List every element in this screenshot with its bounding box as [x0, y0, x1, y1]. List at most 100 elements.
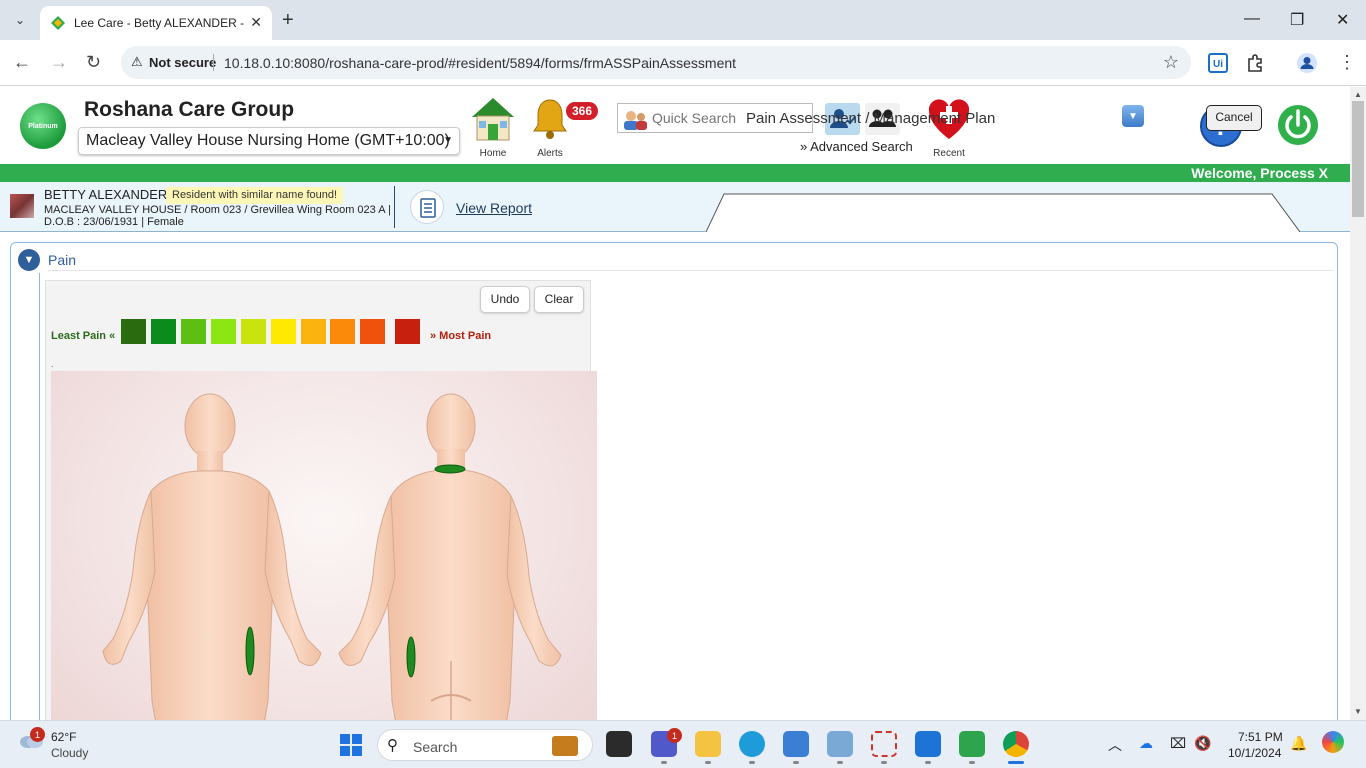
- windows-start-icon[interactable]: [340, 734, 362, 756]
- report-document-icon[interactable]: [410, 190, 444, 224]
- perfmon-running-indicator: [837, 761, 843, 764]
- edge-browser-icon[interactable]: [739, 731, 765, 757]
- copilot-icon[interactable]: [1322, 731, 1344, 753]
- notification-bell-icon[interactable]: 🔔: [1290, 735, 1307, 752]
- url-text[interactable]: 10.18.0.10:8080/roshana-care-prod/#resid…: [224, 55, 736, 71]
- lee-care-favicon-icon: [51, 16, 65, 30]
- people-search-icon: [624, 111, 647, 130]
- cancel-button[interactable]: Cancel: [1206, 105, 1262, 131]
- security-status[interactable]: Not secure: [149, 55, 216, 70]
- recent-button[interactable]: Recent: [924, 95, 974, 161]
- pain-scale-swatch-2[interactable]: [151, 319, 176, 344]
- resident-details: MACLEAY VALLEY HOUSE / Room 023 / Grevil…: [44, 204, 391, 228]
- uipath-extension-icon[interactable]: Ui: [1207, 52, 1229, 74]
- pain-scale-swatch-8[interactable]: [330, 319, 355, 344]
- form-tab-shape: [706, 193, 1300, 232]
- pain-scale-swatch-9[interactable]: [360, 319, 385, 344]
- least-pain-label: Least Pain «: [51, 330, 116, 342]
- resident-banner: BETTY ALEXANDER Resident with similar na…: [0, 182, 1350, 232]
- body-map-figures: [102, 393, 562, 720]
- facility-select[interactable]: Macleay Valley House Nursing Home (GMT+1…: [78, 127, 460, 155]
- browser-tab-bar: ⌄ Lee Care - Betty ALEXANDER - P ✕ + — ❐…: [0, 0, 1366, 40]
- new-tab-plus-icon[interactable]: +: [282, 9, 294, 32]
- forward-arrow-icon[interactable]: →: [50, 52, 68, 73]
- banner-divider: [394, 186, 395, 228]
- pain-scale-swatch-1[interactable]: [121, 319, 146, 344]
- scroll-down-arrow-icon[interactable]: ▼: [1354, 707, 1362, 716]
- browser-tab-active[interactable]: Lee Care - Betty ALEXANDER - P ✕: [40, 6, 272, 40]
- taskbar-search-label: Search: [413, 739, 458, 755]
- platinum-logo[interactable]: Platinum: [20, 103, 66, 149]
- body-map-canvas[interactable]: [51, 371, 597, 720]
- resident-name[interactable]: BETTY ALEXANDER: [44, 187, 167, 202]
- pain-scale-swatch-10[interactable]: [395, 319, 420, 344]
- explorer-running-indicator: [705, 761, 711, 764]
- snipping-tool-icon[interactable]: [871, 731, 897, 757]
- front-body-figure: [102, 393, 322, 720]
- bookmark-star-icon[interactable]: ☆: [1163, 52, 1179, 73]
- advanced-search-link[interactable]: » Advanced Search: [800, 139, 913, 154]
- weather-notification-badge: 1: [30, 727, 45, 742]
- window-close-icon[interactable]: ✕: [1336, 10, 1349, 30]
- clock-date[interactable]: 10/1/2024: [1228, 746, 1281, 760]
- media-running-indicator: [969, 761, 975, 764]
- tab-close-icon[interactable]: ✕: [250, 14, 262, 31]
- weather-temperature[interactable]: 62°F: [51, 730, 76, 744]
- collapse-chevron-icon[interactable]: ▼: [18, 249, 40, 271]
- pain-scale-swatch-4[interactable]: [211, 319, 236, 344]
- form-select-chevron-icon[interactable]: ▼: [1122, 105, 1144, 127]
- pain-scale-swatch-7[interactable]: [301, 319, 326, 344]
- onedrive-cloud-icon[interactable]: ☁: [1139, 735, 1153, 752]
- panel-dot: .: [51, 359, 54, 369]
- pain-chart-panel: Undo Clear Least Pain « » Most Pain .: [45, 280, 597, 720]
- omnibox-separator: [213, 54, 214, 71]
- taskbar-search[interactable]: ⚲ Search: [377, 729, 593, 761]
- resident-photo[interactable]: [10, 194, 34, 218]
- tray-overflow-chevron-icon[interactable]: ︿: [1108, 735, 1122, 755]
- address-bar[interactable]: ⚠ Not secure 10.18.0.10:8080/roshana-car…: [121, 46, 1191, 79]
- profile-avatar-icon[interactable]: [1296, 52, 1318, 74]
- logout-power-icon[interactable]: [1276, 103, 1320, 147]
- pain-scale-swatch-3[interactable]: [181, 319, 206, 344]
- minimize-icon[interactable]: —: [1244, 10, 1260, 28]
- section-indent-line: [39, 273, 40, 720]
- notepad-icon[interactable]: [783, 731, 809, 757]
- pain-scale-swatch-6[interactable]: [271, 319, 296, 344]
- clear-button[interactable]: Clear: [534, 286, 584, 313]
- home-button[interactable]: Home: [468, 95, 518, 161]
- clock-time[interactable]: 7:51 PM: [1238, 730, 1283, 744]
- network-icon[interactable]: ⌧: [1170, 735, 1186, 752]
- back-hip-marked-area[interactable]: [406, 636, 416, 678]
- browser-toolbar: ← → ↻ ⚠ Not secure 10.18.0.10:8080/rosha…: [0, 40, 1366, 86]
- alerts-count-badge[interactable]: 366: [564, 100, 600, 122]
- view-report-link[interactable]: View Report: [456, 200, 532, 216]
- windows-taskbar: 1 62°F Cloudy ⚲ Search 1 ︿ ☁ ⌧ 🔇 7:51 PM…: [0, 720, 1366, 768]
- extensions-puzzle-icon[interactable]: [1244, 52, 1266, 74]
- task-view-icon[interactable]: [606, 731, 632, 757]
- app-s-icon[interactable]: [915, 731, 941, 757]
- media-player-icon[interactable]: [959, 731, 985, 757]
- back-arrow-icon[interactable]: ←: [13, 52, 31, 73]
- section-title: Pain: [48, 252, 77, 268]
- pain-scale-swatch-5[interactable]: [241, 319, 266, 344]
- weather-description[interactable]: Cloudy: [51, 746, 88, 760]
- page-scrollbar[interactable]: ▲ ▼: [1350, 87, 1366, 720]
- front-marked-area[interactable]: [245, 626, 255, 676]
- browser-menu-kebab-icon[interactable]: ⋮: [1338, 52, 1356, 73]
- reload-icon[interactable]: ↻: [86, 52, 101, 73]
- snipping-running-indicator: [881, 761, 887, 764]
- scroll-thumb[interactable]: [1352, 101, 1364, 217]
- tab-search-chevron-icon[interactable]: ⌄: [8, 8, 32, 32]
- house-icon: [472, 98, 514, 141]
- warning-triangle-icon[interactable]: ⚠: [131, 54, 143, 70]
- undo-button[interactable]: Undo: [480, 286, 530, 313]
- scroll-up-arrow-icon[interactable]: ▲: [1354, 90, 1362, 99]
- back-neck-marked-area[interactable]: [434, 464, 466, 474]
- performance-monitor-icon[interactable]: [827, 731, 853, 757]
- app-s-running-indicator: [925, 761, 931, 764]
- restore-icon[interactable]: ❐: [1290, 10, 1304, 30]
- chrome-icon[interactable]: [1003, 731, 1029, 757]
- bell-icon: [533, 99, 567, 139]
- volume-muted-icon[interactable]: 🔇: [1194, 735, 1211, 752]
- file-explorer-icon[interactable]: [695, 731, 721, 757]
